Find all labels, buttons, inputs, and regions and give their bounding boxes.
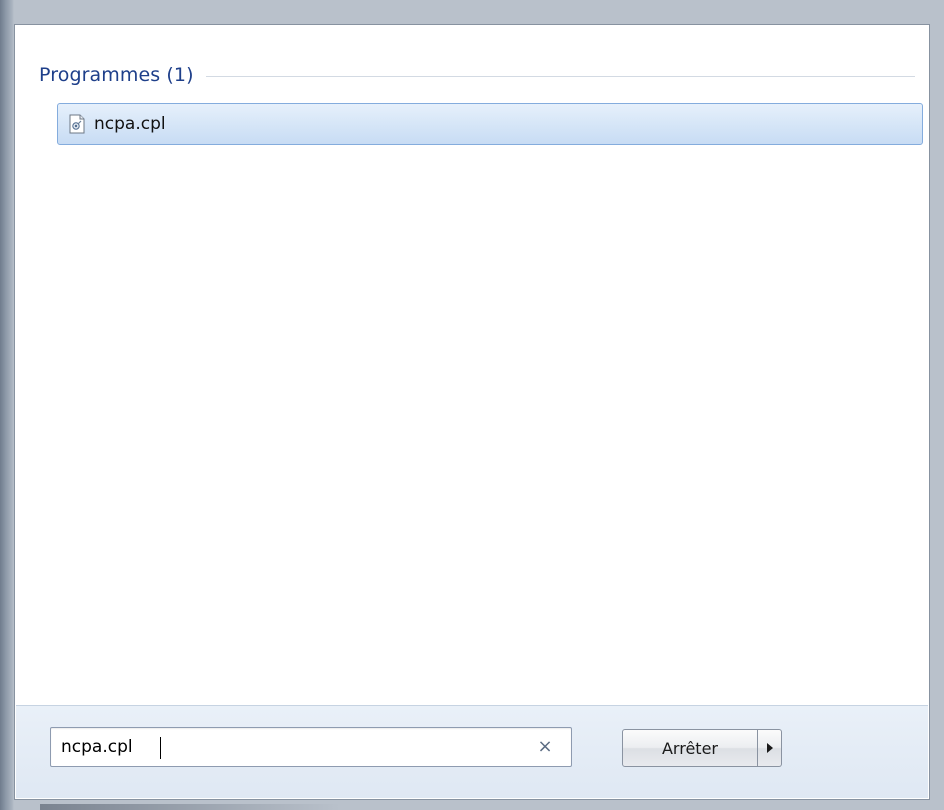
power-options-button[interactable] <box>758 729 782 767</box>
group-header-programs: Programmes (1) <box>39 61 915 89</box>
power-button-group: Arrêter <box>622 729 782 767</box>
chevron-right-icon <box>766 743 773 753</box>
group-title: Programmes (1) <box>39 64 194 86</box>
shutdown-button[interactable]: Arrêter <box>622 729 758 767</box>
search-result-item[interactable]: ncpa.cpl <box>57 103 923 145</box>
start-menu-panel: Programmes (1) ncpa.cpl × Arrêter <box>14 24 930 800</box>
control-panel-file-icon <box>68 114 86 134</box>
search-result-label: ncpa.cpl <box>94 114 166 134</box>
clear-search-icon[interactable]: × <box>535 737 555 757</box>
taskbar-shadow <box>40 804 340 810</box>
text-caret <box>160 737 161 759</box>
search-box[interactable]: × <box>50 727 572 767</box>
search-input[interactable] <box>61 728 501 766</box>
start-menu-bottom-bar: × Arrêter <box>16 705 928 798</box>
group-divider <box>205 76 915 77</box>
